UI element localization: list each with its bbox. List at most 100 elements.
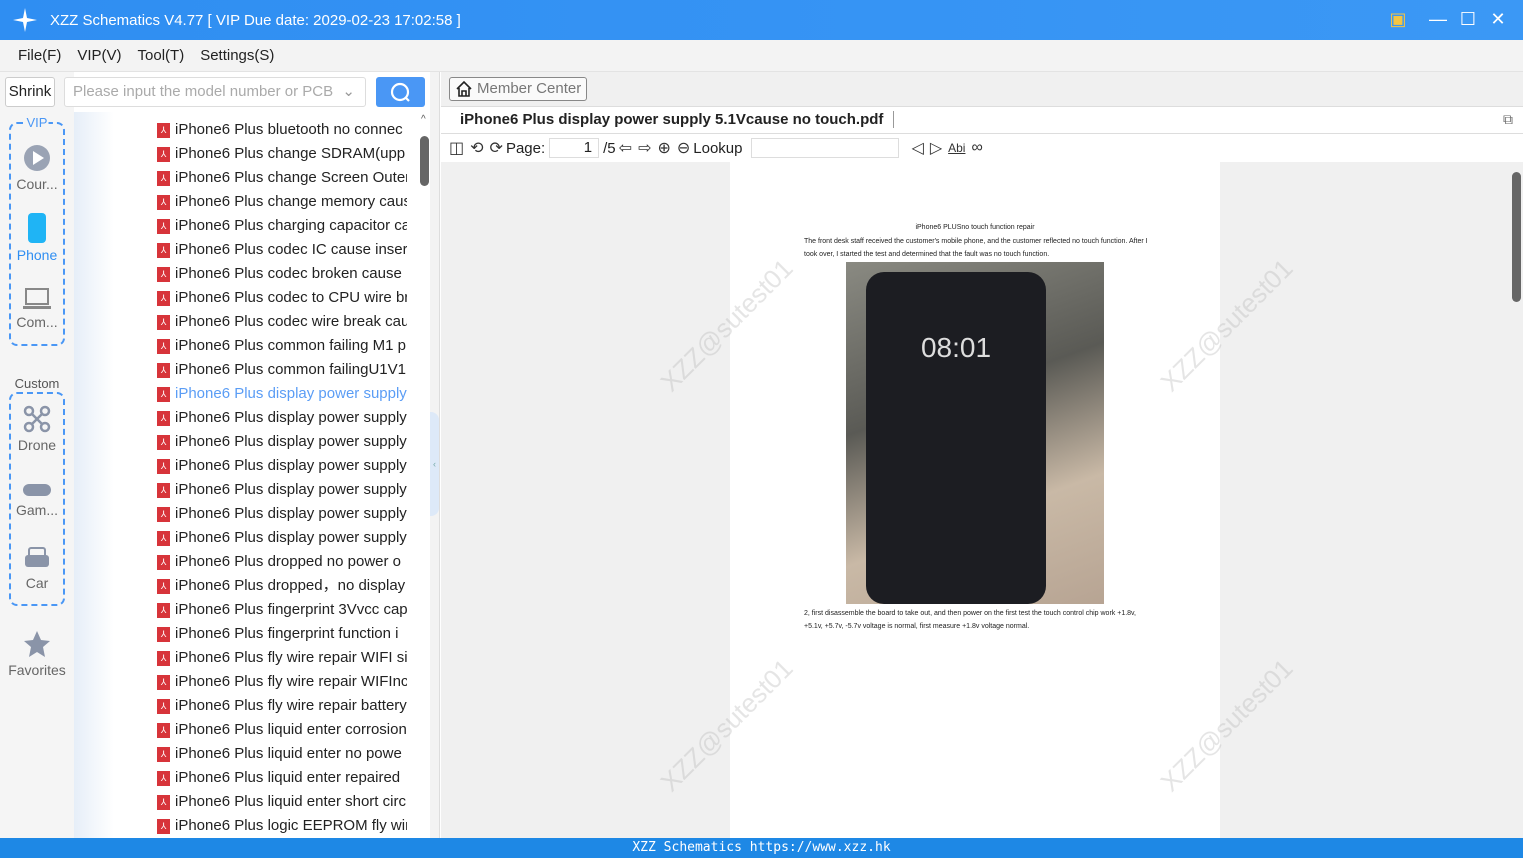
nav-phone[interactable]: Phone bbox=[0, 213, 74, 263]
pdf-icon: ⅄ bbox=[157, 170, 170, 186]
close-button[interactable]: ✕ bbox=[1487, 8, 1509, 30]
member-center-button[interactable]: Member Center bbox=[449, 77, 587, 101]
pdf-icon: ⅄ bbox=[157, 626, 170, 642]
file-item[interactable]: ⅄ iPhone6 Plus codec IC cause insert bbox=[157, 238, 407, 262]
file-item[interactable]: ⅄ iPhone6 Plus display power supply bbox=[157, 526, 407, 550]
find-previous-icon[interactable]: ◁ bbox=[912, 138, 924, 158]
file-item[interactable]: ⅄ iPhone6 Plus display power supply bbox=[157, 502, 407, 526]
pdf-icon: ⅄ bbox=[157, 650, 170, 666]
file-list: ⅄ iPhone6 Plus bluetooth no connec ⅄ iPhone… bbox=[74, 112, 430, 838]
nav-computer[interactable]: Com... bbox=[0, 288, 74, 330]
file-item[interactable]: ⅄ iPhone6 Plus display power supply bbox=[157, 382, 407, 406]
nav-favorites[interactable]: Favorites bbox=[0, 630, 74, 678]
file-list-scrollbar[interactable]: ^ bbox=[420, 112, 430, 838]
file-item[interactable]: ⅄ iPhone6 Plus fly wire repair WIFInc bbox=[157, 670, 407, 694]
nav-label: Car bbox=[25, 575, 49, 591]
home-icon bbox=[456, 80, 472, 97]
pdf-icon: ⅄ bbox=[157, 554, 170, 570]
binoculars-icon[interactable]: ∞ bbox=[971, 139, 982, 157]
file-name: iPhone6 Plus display power supply bbox=[175, 433, 407, 450]
nav-car[interactable]: Car bbox=[0, 547, 74, 591]
doc-paragraph: 2, first disassemble the board to take o… bbox=[804, 610, 1136, 630]
lookup-label: Lookup bbox=[693, 139, 743, 157]
file-name: iPhone6 Plus fingerprint function i bbox=[175, 625, 399, 642]
close-tab-icon[interactable]: ⧉ bbox=[1503, 111, 1513, 128]
file-name: iPhone6 Plus common failing M1 p bbox=[175, 337, 406, 354]
pdf-icon: ⅄ bbox=[157, 530, 170, 546]
file-item[interactable]: ⅄ iPhone6 Plus logic EEPROM fly wir bbox=[157, 814, 407, 838]
zoom-in-icon[interactable]: ⊕ bbox=[657, 138, 670, 158]
file-item[interactable]: ⅄ iPhone6 Plus charging capacitor ca bbox=[157, 214, 407, 238]
viewer-toolbar: ◫ ⟲ ⟳ Page: 1 /5 ⇦ ⇨ ⊕ ⊖ Lookup ◁ ▷ Abi … bbox=[441, 134, 1523, 162]
file-item[interactable]: ⅄ iPhone6 Plus fingerprint function i bbox=[157, 622, 407, 646]
pdf-icon: ⅄ bbox=[157, 722, 170, 738]
vip-group-label: VIP bbox=[25, 115, 49, 130]
file-item[interactable]: ⅄ iPhone6 Plus common failingU1V1 bbox=[157, 358, 407, 382]
file-item[interactable]: ⅄ iPhone6 Plus liquid enter corrosion bbox=[157, 718, 407, 742]
file-item[interactable]: ⅄ iPhone6 Plus dropped，no display bbox=[157, 574, 407, 598]
nav-label: Gam... bbox=[15, 502, 58, 518]
phone-clock: 08:01 bbox=[920, 332, 992, 363]
file-item[interactable]: ⅄ iPhone6 Plus change Screen Outer bbox=[157, 166, 407, 190]
model-search-input[interactable]: Please input the model number or PCB ⌄ bbox=[64, 77, 366, 107]
file-item[interactable]: ⅄ iPhone6 Plus codec broken cause bbox=[157, 262, 407, 286]
nav-drone[interactable]: Drone bbox=[0, 405, 74, 453]
lookup-input[interactable] bbox=[750, 138, 899, 158]
chevron-down-icon[interactable]: ⌄ bbox=[342, 78, 355, 106]
viewer-scrollbar[interactable] bbox=[1510, 162, 1523, 838]
file-item[interactable]: ⅄ iPhone6 Plus codec wire break cau bbox=[157, 310, 407, 334]
file-item[interactable]: ⅄ iPhone6 Plus display power supply bbox=[157, 478, 407, 502]
pdf-icon: ⅄ bbox=[157, 242, 170, 258]
page-input[interactable]: 1 bbox=[549, 138, 600, 158]
file-item[interactable]: ⅄ iPhone6 Plus fly wire repair battery bbox=[157, 694, 407, 718]
window-title: XZZ Schematics V4.77 [ VIP Due date: 202… bbox=[50, 11, 461, 29]
minimize-button[interactable]: — bbox=[1427, 8, 1449, 30]
file-item[interactable]: ⅄ iPhone6 Plus display power supply bbox=[157, 430, 407, 454]
file-item[interactable]: ⅄ iPhone6 Plus common failing M1 p bbox=[157, 334, 407, 358]
menu-settings[interactable]: Settings(S) bbox=[200, 47, 274, 64]
file-item[interactable]: ⅄ iPhone6 Plus change SDRAM(upp bbox=[157, 142, 407, 166]
next-page-icon[interactable]: ⇨ bbox=[638, 138, 651, 158]
file-item[interactable]: ⅄ iPhone6 Plus liquid enter short circ bbox=[157, 790, 407, 814]
file-name: iPhone6 Plus display power supply bbox=[175, 457, 407, 474]
file-item[interactable]: ⅄ iPhone6 Plus display power supply bbox=[157, 454, 407, 478]
file-item[interactable]: ⅄ iPhone6 Plus fingerprint 3Vvcc cap bbox=[157, 598, 407, 622]
nav-courses[interactable]: Cour... bbox=[0, 144, 74, 192]
nav-games[interactable]: Gam... bbox=[0, 482, 74, 518]
document-tab[interactable]: iPhone6 Plus display power supply 5.1Vca… bbox=[460, 111, 895, 128]
previous-page-icon[interactable]: ⇦ bbox=[619, 138, 632, 158]
file-item[interactable]: ⅄ iPhone6 Plus fly wire repair WIFI si bbox=[157, 646, 407, 670]
panel-splitter[interactable]: ‹ bbox=[430, 72, 440, 838]
file-name: iPhone6 Plus display power supply bbox=[175, 481, 407, 498]
file-item[interactable]: ⅄ iPhone6 Plus liquid enter repaired bbox=[157, 766, 407, 790]
menu-tool[interactable]: Tool(T) bbox=[138, 47, 185, 64]
find-next-icon[interactable]: ▷ bbox=[930, 138, 942, 158]
file-item[interactable]: ⅄ iPhone6 Plus codec to CPU wire br bbox=[157, 286, 407, 310]
pdf-icon: ⅄ bbox=[157, 290, 170, 306]
pdf-icon: ⅄ bbox=[157, 218, 170, 234]
match-case-icon[interactable]: Abi bbox=[948, 141, 965, 155]
rotate-left-icon[interactable]: ⟲ bbox=[470, 138, 483, 158]
file-name: iPhone6 Plus liquid enter repaired bbox=[175, 769, 401, 786]
pdf-icon: ⅄ bbox=[157, 386, 170, 402]
search-button[interactable] bbox=[376, 77, 425, 107]
file-item[interactable]: ⅄ iPhone6 Plus dropped no power o bbox=[157, 550, 407, 574]
file-name: iPhone6 Plus liquid enter no powe bbox=[175, 745, 402, 762]
gamepad-icon bbox=[23, 484, 51, 496]
file-item[interactable]: ⅄ iPhone6 Plus change memory caus bbox=[157, 190, 407, 214]
two-page-icon[interactable]: ◫ bbox=[449, 138, 464, 158]
zoom-out-icon[interactable]: ⊖ bbox=[677, 138, 690, 158]
file-item[interactable]: ⅄ iPhone6 Plus display power supply bbox=[157, 406, 407, 430]
menu-vip[interactable]: VIP(V) bbox=[77, 47, 121, 64]
file-item[interactable]: ⅄ iPhone6 Plus bluetooth no connec bbox=[157, 118, 407, 142]
vip-bag-icon[interactable]: ▣ bbox=[1387, 8, 1409, 30]
shrink-button[interactable]: Shrink bbox=[5, 77, 55, 107]
file-name: iPhone6 Plus fly wire repair WIFI si bbox=[175, 649, 407, 666]
pdf-icon: ⅄ bbox=[157, 314, 170, 330]
file-item[interactable]: ⅄ iPhone6 Plus liquid enter no powe bbox=[157, 742, 407, 766]
pdf-icon: ⅄ bbox=[157, 818, 170, 834]
menu-file[interactable]: File(F) bbox=[18, 47, 61, 64]
search-placeholder: Please input the model number or PCB bbox=[73, 83, 334, 100]
maximize-button[interactable]: ☐ bbox=[1457, 8, 1479, 30]
rotate-right-icon[interactable]: ⟳ bbox=[490, 138, 503, 158]
